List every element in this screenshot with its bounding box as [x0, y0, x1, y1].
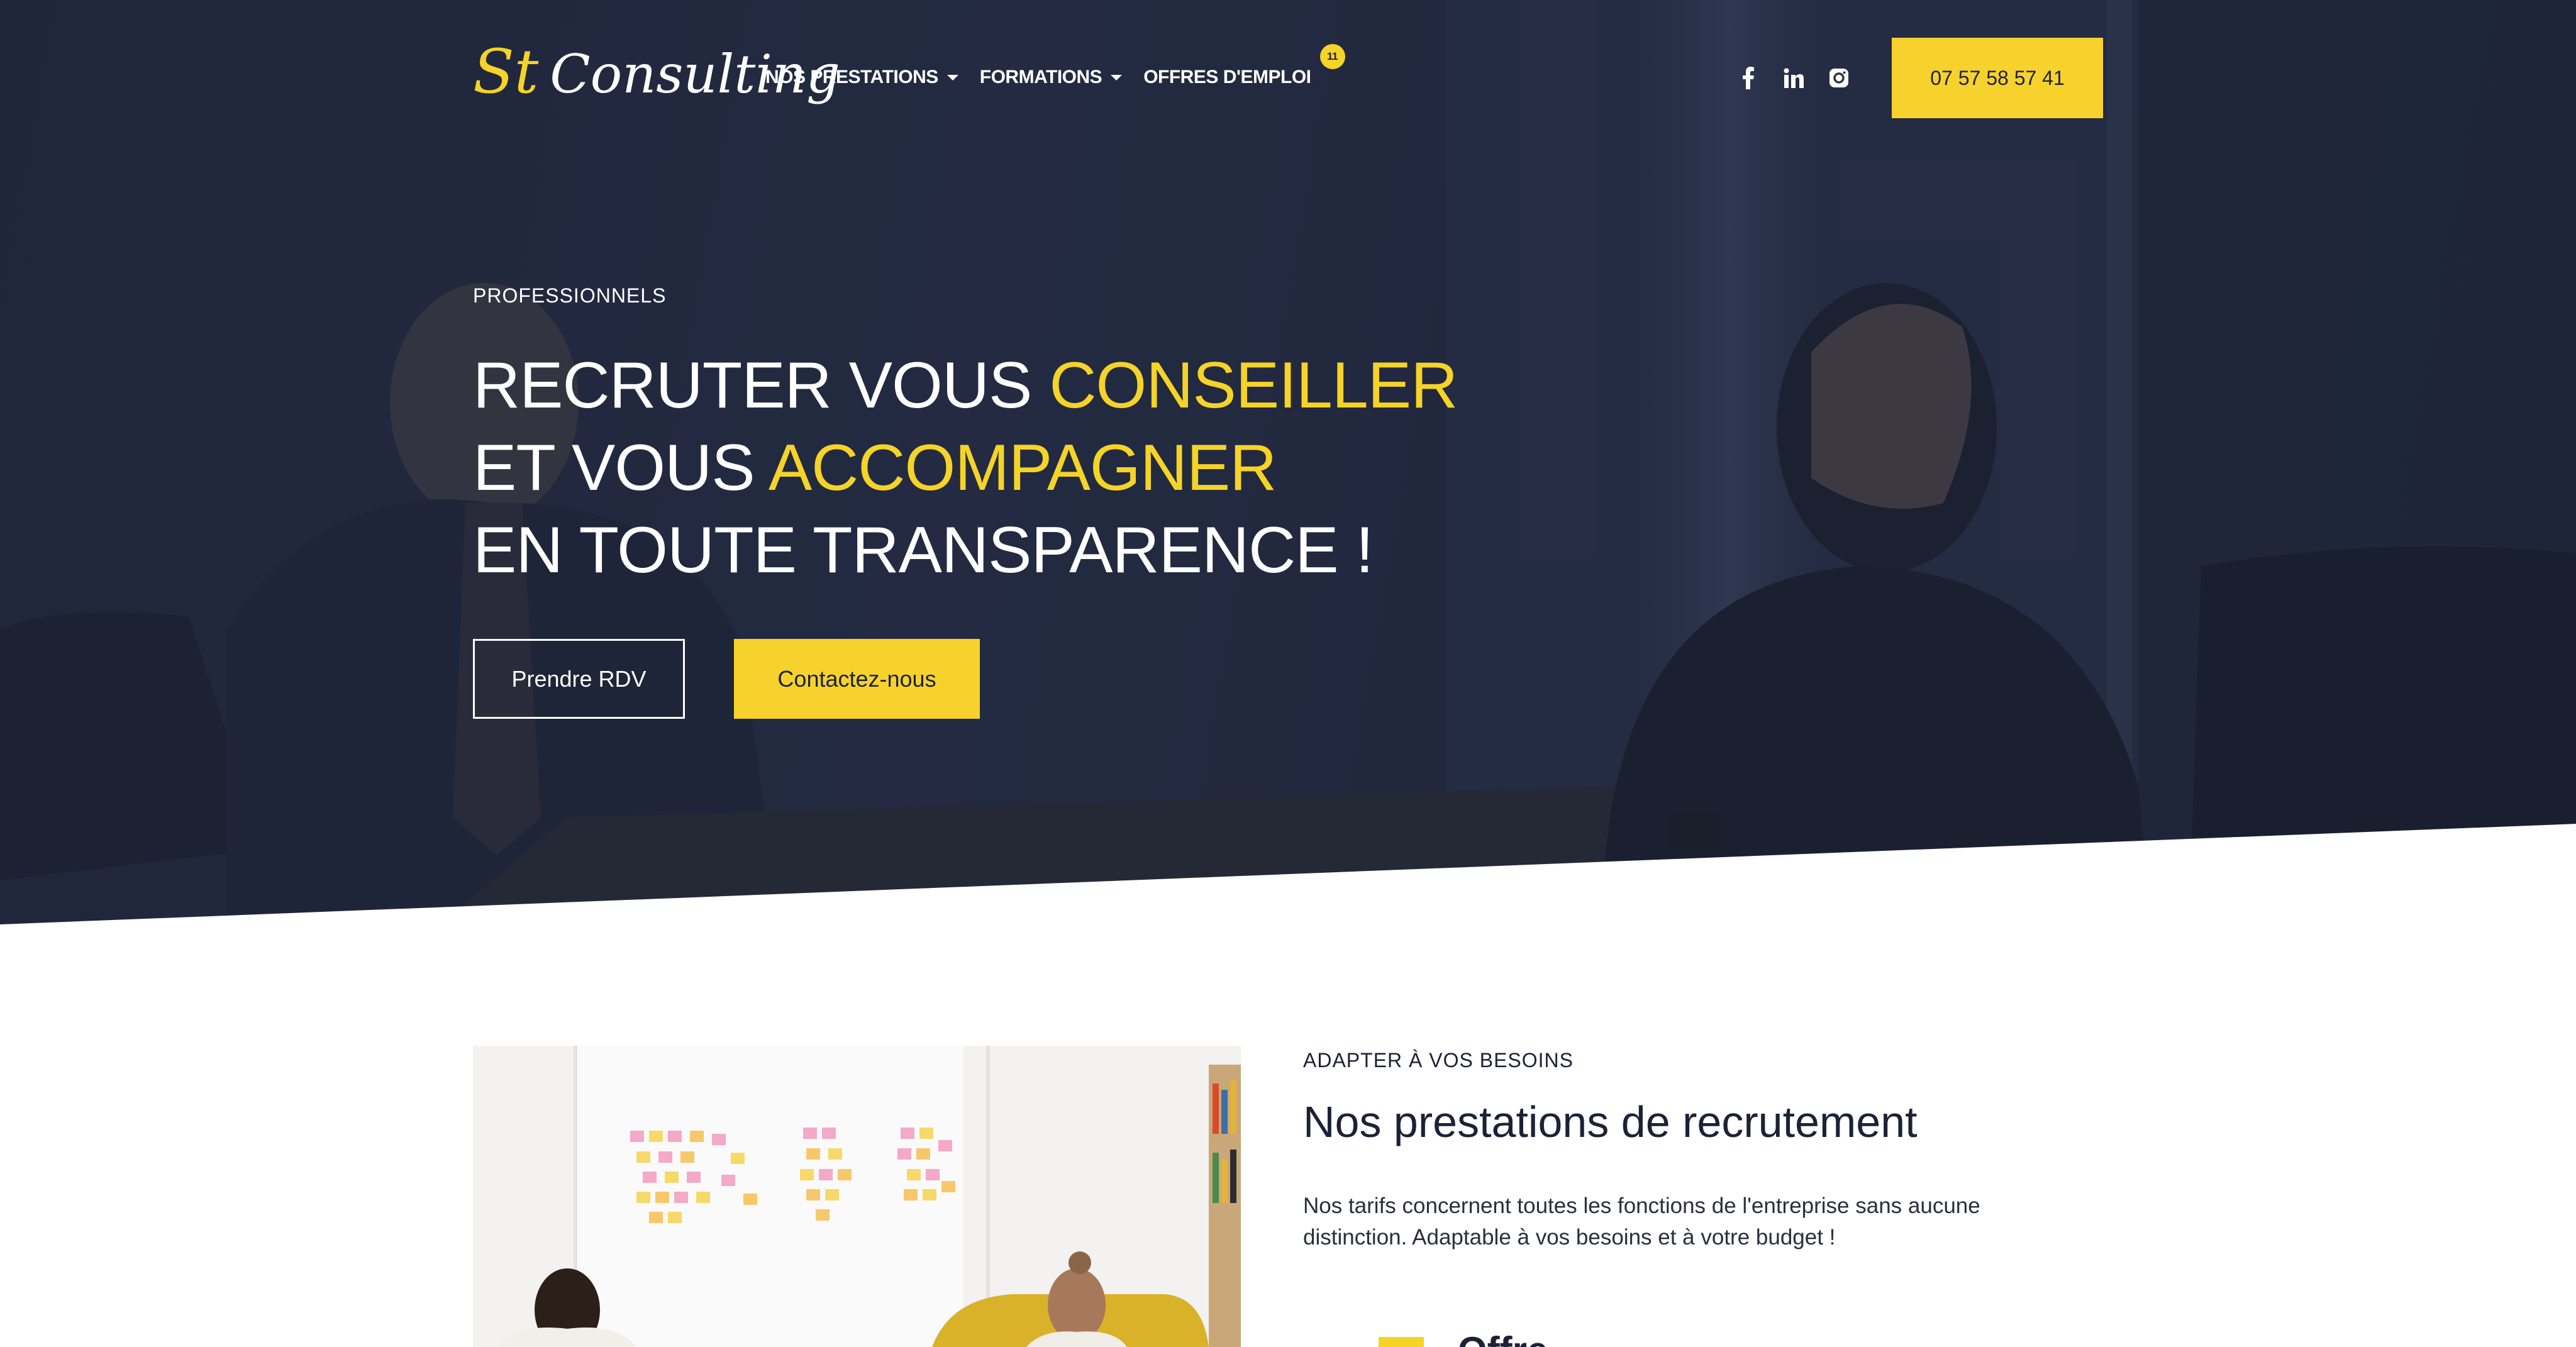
facebook-icon[interactable]: [1737, 67, 1760, 89]
menu-item-formations[interactable]: FORMATIONS: [979, 67, 1123, 88]
section-description: Nos tarifs concernent toutes les fonctio…: [1303, 1194, 1980, 1250]
headline-line-3: EN TOUTE TRANSPARENCE !: [473, 514, 1374, 587]
recruitment-photo: [473, 1046, 1241, 1347]
logo-initials: St: [473, 36, 539, 107]
menu-item-label: NOS PRESTATIONS: [765, 67, 938, 87]
contact-us-button[interactable]: Contactez-nous: [734, 639, 980, 719]
job-count-badge: 11: [1319, 44, 1345, 69]
hero-eyebrow: PROFESSIONNELS: [473, 284, 667, 307]
menu-item-label: FORMATIONS: [979, 67, 1102, 87]
linkedin-icon[interactable]: [1782, 67, 1805, 89]
book-appointment-button[interactable]: Prendre RDV: [473, 639, 685, 719]
headline-highlight: CONSEILLER: [1049, 349, 1458, 422]
headline-text: ET VOUS: [473, 431, 769, 504]
offer-title-peek: Offre basique: [1458, 1332, 1697, 1347]
hero-headline: RECRUTER VOUS CONSEILLER ET VOUS ACCOMPA…: [473, 345, 1458, 592]
instagram-icon[interactable]: [1828, 67, 1850, 89]
headline-line-1: RECRUTER VOUS CONSEILLER: [473, 345, 1458, 427]
section-title: Nos prestations de recrutement: [1303, 1097, 1918, 1146]
offer-title: Offre basique: [1458, 1332, 1697, 1347]
menu-item-nos-prestations[interactable]: NOS PRESTATIONS: [765, 67, 958, 88]
social-links: [1737, 67, 1873, 89]
headline-text: RECRUTER VOUS: [473, 349, 1050, 422]
main-menu: NOS PRESTATIONS FORMATIONS OFFRES D'EMPL…: [765, 44, 1345, 92]
offer-icon: [1379, 1337, 1424, 1347]
phone-button[interactable]: 07 57 58 57 41: [1892, 38, 2103, 118]
menu-item-offres-emploi[interactable]: OFFRES D'EMPLOI 11: [1143, 44, 1345, 88]
headline-line-2: ET VOUS ACCOMPAGNER: [473, 427, 1457, 509]
chevron-down-icon: [947, 74, 958, 80]
top-navigation: St Consulting NOS PRESTATIONS FORMATIONS…: [0, 0, 2576, 157]
section-eyebrow: ADAPTER À VOS BESOINS: [1303, 1049, 1574, 1072]
headline-highlight: ACCOMPAGNER: [768, 431, 1277, 504]
menu-item-label: OFFRES D'EMPLOI: [1143, 67, 1311, 87]
chevron-down-icon: [1111, 74, 1123, 80]
